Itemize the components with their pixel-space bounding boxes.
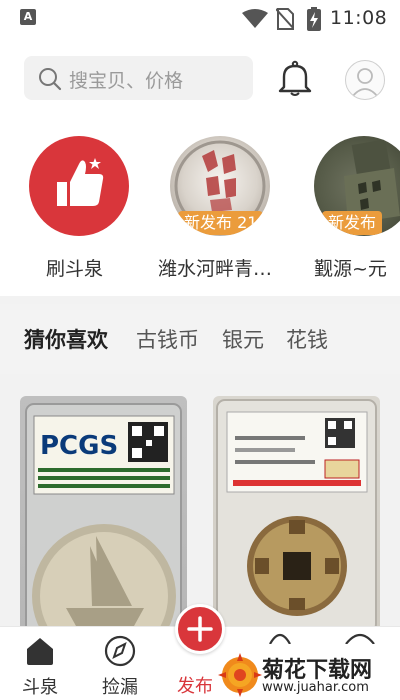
featured-label: 觐源~元: [314, 258, 387, 280]
nav-label: 斗泉: [22, 677, 58, 698]
notification-app-icon: A: [20, 9, 36, 25]
search-placeholder: 搜宝贝、价格: [69, 70, 184, 92]
wifi-icon: [242, 9, 268, 28]
watermark: 菊花下载网 www.juahar.com: [218, 650, 400, 700]
chrysanthemum-logo-icon: [218, 653, 262, 697]
nav-item-douquan[interactable]: 斗泉: [10, 633, 70, 699]
product-card[interactable]: PCGS: [20, 396, 187, 636]
no-sim-icon: [276, 8, 294, 30]
nav-label: 捡漏: [102, 677, 138, 698]
avatar[interactable]: [345, 60, 385, 100]
tab-charm-coins[interactable]: 花钱: [286, 324, 328, 354]
featured-label: 潍水河畔青…: [158, 258, 273, 280]
message-icon[interactable]: [268, 632, 292, 644]
nav-item-jianlou[interactable]: 捡漏: [90, 633, 150, 699]
bell-icon[interactable]: [277, 60, 313, 98]
featured-circle: 新发布: [314, 136, 400, 236]
status-bar: A 11:08: [0, 0, 400, 36]
publish-label: 发布: [177, 676, 213, 697]
search-icon: [39, 68, 62, 91]
plus-icon: [187, 616, 213, 642]
copper-coin-image: [216, 399, 377, 633]
compass-icon: [104, 635, 136, 667]
header: 搜宝贝、价格 刷斗泉 新发布 21 潍水河畔青… 新发布 觐源~元: [0, 36, 400, 296]
user-icon: [351, 68, 379, 98]
clock: 11:08: [330, 7, 388, 29]
featured-circle: 新发布 21: [170, 136, 270, 236]
watermark-url: www.juahar.com: [262, 680, 369, 695]
svg-text:PCGS: PCGS: [40, 431, 118, 461]
tab-ancient-coins[interactable]: 古钱币: [136, 324, 199, 354]
search-input[interactable]: 搜宝贝、价格: [24, 56, 253, 100]
featured-item-jinyuan[interactable]: 新发布 觐源~元: [314, 136, 400, 286]
product-card[interactable]: [213, 396, 380, 636]
battery-charging-icon: [307, 7, 321, 31]
featured-item-shuadouquan[interactable]: 刷斗泉: [29, 136, 129, 286]
thumbs-up-icon: [57, 158, 104, 206]
tab-silver-dollars[interactable]: 银元: [222, 324, 264, 354]
publish-button[interactable]: [175, 604, 225, 654]
featured-label: 刷斗泉: [46, 258, 104, 280]
pcgs-coin-image: PCGS: [25, 403, 182, 636]
featured-circle: [29, 136, 129, 236]
new-release-badge: 新发布: [322, 211, 383, 235]
category-tabs: 猜你喜欢 古钱币 银元 花钱: [0, 304, 400, 374]
tab-guess-you-like[interactable]: 猜你喜欢: [24, 324, 108, 354]
home-icon: [27, 638, 53, 665]
profile-icon[interactable]: [344, 632, 376, 644]
new-release-badge: 新发布 21: [178, 211, 264, 235]
featured-item-weishui[interactable]: 新发布 21 潍水河畔青…: [158, 136, 272, 286]
